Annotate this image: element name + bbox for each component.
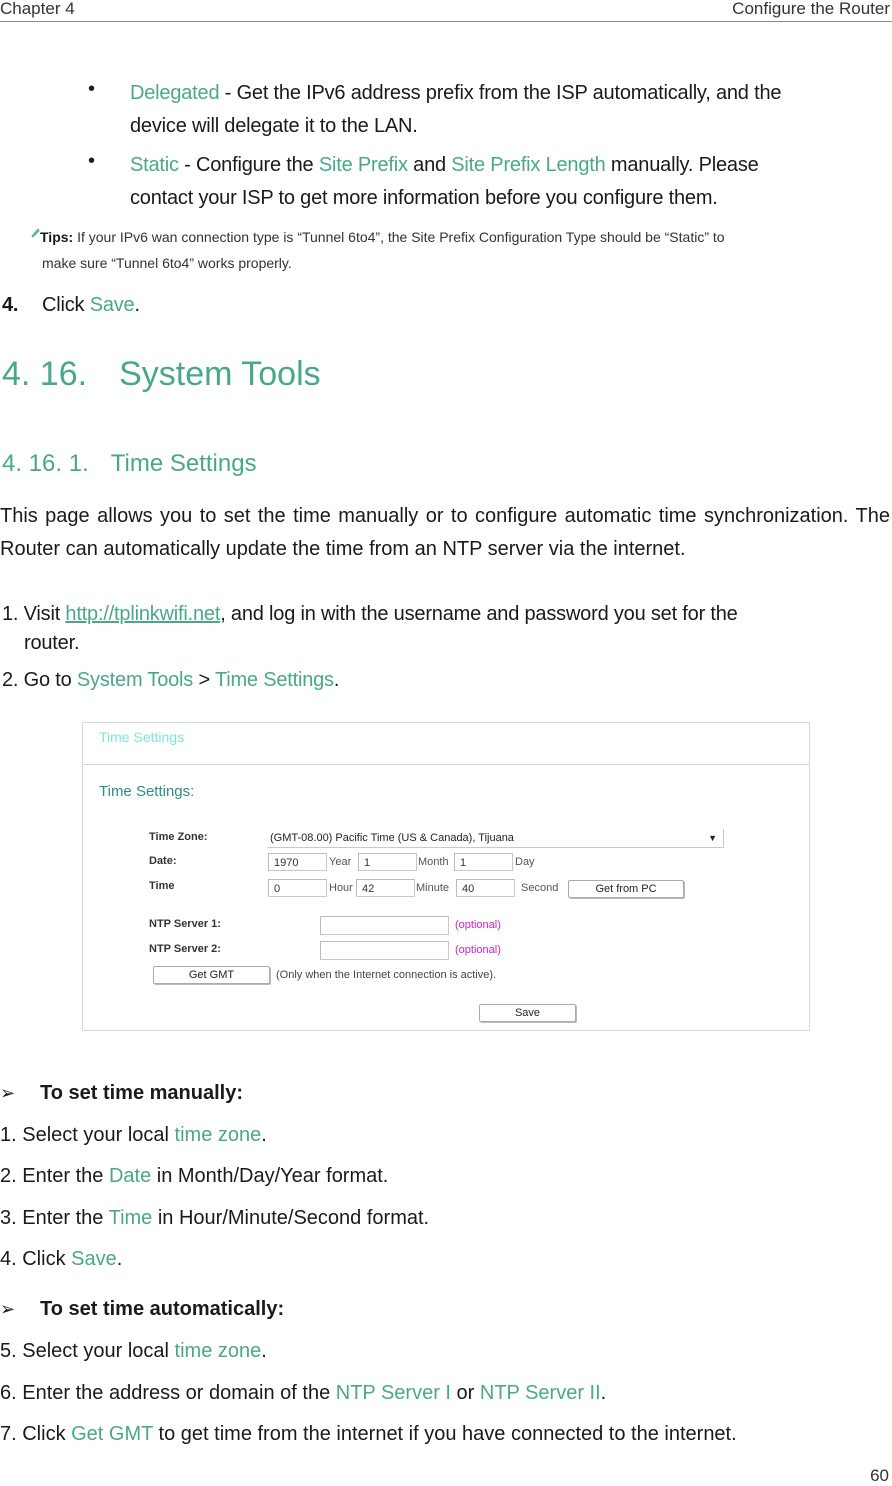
get-from-pc-button[interactable]: Get from PC <box>568 880 684 898</box>
automatic-step: 5. Select your local time zone. <box>0 1340 267 1362</box>
arrow-bullet-icon: ➢ <box>0 1083 16 1103</box>
section-label: Configure the Router <box>732 0 890 18</box>
ntp-server-1-input[interactable] <box>320 916 449 935</box>
panel-title: Time Settings <box>99 729 185 745</box>
manual-step: 3. Enter the Time in Hour/Minute/Second … <box>0 1207 430 1229</box>
dropdown-arrow-icon: ▼ <box>708 833 717 843</box>
page-header: Chapter 4 Configure the Router <box>0 0 892 22</box>
optional-hint: (optional) <box>455 919 501 931</box>
ntp-server-2-input[interactable] <box>320 941 449 960</box>
term-delegated: Delegated <box>130 82 220 104</box>
save-button[interactable]: Save <box>479 1004 576 1022</box>
term-static: Static <box>130 154 179 176</box>
bullet-dot: • <box>88 78 96 100</box>
gmt-note: (Only when the Internet connection is ac… <box>276 969 497 981</box>
bullet-delegated: Delegated - Get the IPv6 address prefix … <box>130 82 782 137</box>
get-gmt-button[interactable]: Get GMT <box>153 966 270 984</box>
time-zone-label: Time Zone: <box>149 831 208 843</box>
time-label: Time <box>149 880 175 892</box>
arrow-bullet-icon: ➢ <box>0 1299 16 1319</box>
year-unit: Year <box>329 856 352 868</box>
year-input[interactable]: 1970 <box>268 853 327 871</box>
second-unit: Second <box>521 882 559 894</box>
hour-unit: Hour <box>329 882 353 894</box>
automatic-heading: ➢ To set time automatically: <box>0 1298 285 1320</box>
time-zone-select[interactable]: (GMT-08.00) Pacific Time (US & Canada), … <box>268 829 724 848</box>
page-number: 60 <box>870 1466 889 1485</box>
day-unit: Day <box>515 856 535 868</box>
time-settings-link[interactable]: Time Settings <box>215 669 334 691</box>
bullet-dot: • <box>88 150 96 172</box>
tplinkwifi-link[interactable]: http://tplinkwifi.net <box>65 603 220 625</box>
manual-step: 2. Enter the Date in Month/Day/Year form… <box>0 1165 389 1187</box>
step-4: 4. Click Save. <box>2 294 140 316</box>
day-input[interactable]: 1 <box>454 853 513 871</box>
ntp-server-1-label: NTP Server 1: <box>149 918 221 930</box>
hour-input[interactable]: 0 <box>268 879 327 897</box>
save-link[interactable]: Save <box>90 294 135 316</box>
paperclip-icon <box>31 228 40 238</box>
section-title: Time Settings: <box>99 783 195 800</box>
manual-step: 1. Select your local time zone. <box>0 1124 267 1146</box>
date-label: Date: <box>149 855 177 867</box>
optional-hint: (optional) <box>455 944 501 956</box>
manual-heading: ➢ To set time manually: <box>0 1082 244 1104</box>
automatic-step: 6. Enter the address or domain of the NT… <box>0 1382 607 1404</box>
minute-input[interactable]: 42 <box>356 879 415 897</box>
subsection-heading: 4. 16. 1. Time Settings <box>2 450 257 477</box>
system-tools-link[interactable]: System Tools <box>77 669 193 691</box>
chapter-label: Chapter 4 <box>0 0 75 18</box>
second-input[interactable]: 40 <box>456 879 515 897</box>
month-input[interactable]: 1 <box>358 853 417 871</box>
bullet-static: Static - Configure the Site Prefix and S… <box>130 154 759 209</box>
minute-unit: Minute <box>416 882 450 894</box>
ntp-server-2-label: NTP Server 2: <box>149 943 221 955</box>
intro-paragraph: This page allows you to set the time man… <box>0 505 890 560</box>
month-unit: Month <box>418 856 449 868</box>
automatic-step: 7. Click Get GMT to get time from the in… <box>0 1423 737 1445</box>
router-time-settings-panel: Time Settings Time Settings: Time Zone: … <box>82 722 810 1031</box>
manual-step: 4. Click Save. <box>0 1248 123 1270</box>
section-heading: 4. 16. System Tools <box>2 355 321 393</box>
step-visit: 1. Visit http://tplinkwifi.net, and log … <box>2 603 738 654</box>
step-goto: 2. Go to System Tools > Time Settings. <box>2 669 340 691</box>
tips-note: Tips: If your IPv6 wan connection type i… <box>31 224 892 276</box>
divider <box>83 764 809 765</box>
